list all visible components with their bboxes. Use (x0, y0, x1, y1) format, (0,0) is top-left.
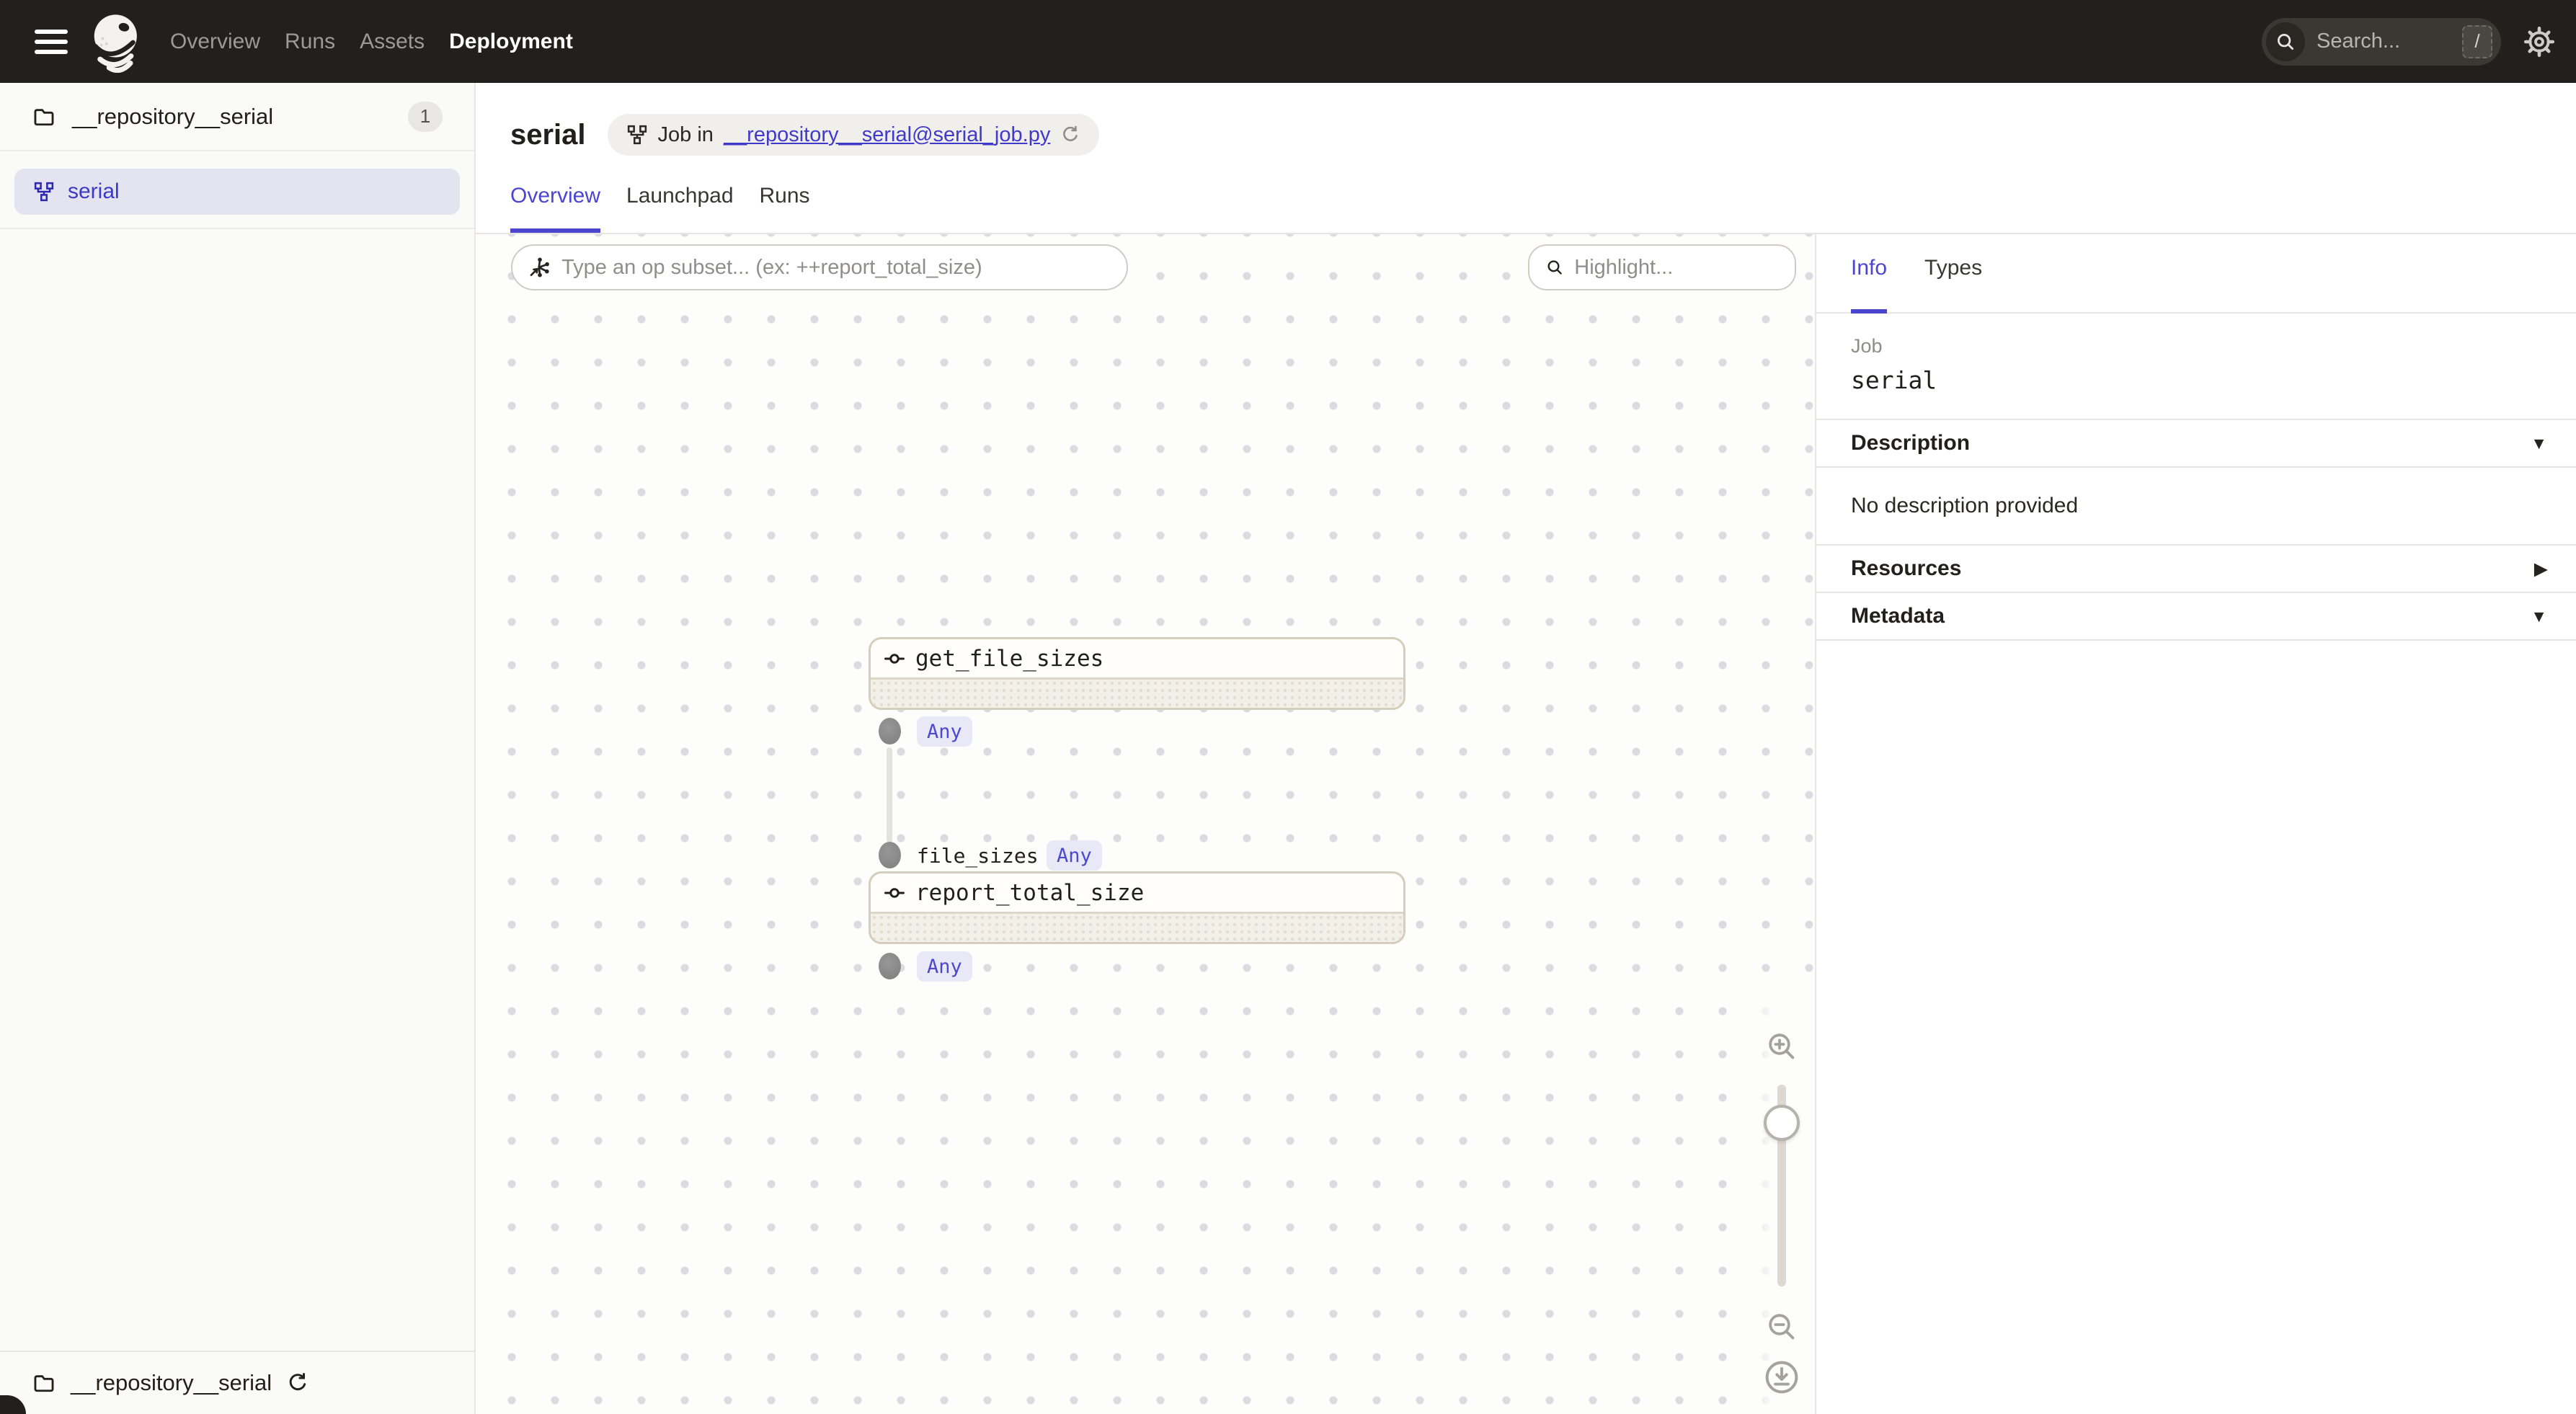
section-resources[interactable]: Resources ▶ (1816, 546, 2576, 593)
job-header: serial Job in __repository__serial@seria… (476, 83, 2576, 234)
output-type-badge[interactable]: Any (917, 716, 972, 747)
folder-icon (32, 105, 56, 129)
job-item-label: serial (68, 179, 120, 204)
repository-header[interactable]: __repository__serial 1 (0, 83, 474, 151)
highlight-input[interactable] (1574, 256, 1779, 280)
tab-runs[interactable]: Runs (760, 184, 810, 233)
op-graph-canvas[interactable]: get_file_sizes Any file_sizes Any (476, 234, 1815, 1414)
op-subset-input[interactable] (561, 256, 1111, 280)
info-panel: Info Types Job serial Description ▼ No d… (1815, 234, 2576, 1414)
top-nav: Overview Runs Assets Deployment Search..… (0, 0, 2576, 83)
section-title: Resources (1851, 556, 1961, 581)
op-node-name: report_total_size (915, 880, 1144, 906)
footer-repository-name: __repository__serial (71, 1370, 272, 1396)
dagster-logo-icon[interactable] (86, 11, 148, 73)
search-shortcut-badge: / (2462, 25, 2492, 58)
job-tabs: Overview Launchpad Runs (510, 184, 2576, 233)
nav-item-deployment[interactable]: Deployment (449, 30, 573, 54)
section-title: Description (1851, 431, 1970, 455)
section-description[interactable]: Description ▼ (1816, 420, 2576, 468)
nav-item-assets[interactable]: Assets (360, 30, 425, 54)
job-graph-icon (33, 181, 55, 203)
chevron-right-icon: ▶ (2534, 559, 2547, 579)
menu-icon[interactable] (35, 30, 68, 54)
job-origin-link[interactable]: __repository__serial@serial_job.py (724, 123, 1050, 147)
job-label: Job (1851, 335, 2541, 357)
chevron-down-icon: ▼ (2531, 434, 2547, 453)
input-port-label: file_sizes (917, 840, 1039, 871)
input-type-badge[interactable]: Any (1047, 840, 1102, 871)
folder-icon (32, 1371, 56, 1395)
sidebar-item-serial[interactable]: serial (14, 169, 460, 215)
tab-launchpad[interactable]: Launchpad (626, 184, 733, 233)
download-image-icon[interactable] (1763, 1359, 1800, 1396)
op-icon (884, 882, 905, 904)
job-list: serial (0, 151, 474, 229)
tab-info[interactable]: Info (1851, 256, 1887, 312)
chevron-down-icon: ▼ (2531, 607, 2547, 626)
op-node-report-total-size[interactable]: report_total_size (869, 871, 1405, 944)
sidebar-footer: __repository__serial (0, 1351, 474, 1414)
zoom-in-icon[interactable] (1764, 1029, 1799, 1064)
op-icon (884, 648, 905, 670)
zoom-slider-handle[interactable] (1764, 1105, 1800, 1141)
zoom-out-icon[interactable] (1764, 1309, 1799, 1344)
search-icon (1545, 257, 1564, 278)
input-port[interactable] (879, 842, 901, 868)
job-origin-pill: Job in __repository__serial@serial_job.p… (608, 114, 1100, 156)
edge-connector (887, 747, 892, 842)
output-port[interactable] (879, 718, 901, 744)
op-selector-icon (528, 255, 551, 280)
op-node-get-file-sizes[interactable]: get_file_sizes (869, 637, 1405, 710)
description-body: No description provided (1816, 468, 2576, 546)
left-sidebar: __repository__serial 1 serial __reposito… (0, 83, 476, 1414)
tab-overview[interactable]: Overview (510, 184, 600, 233)
repository-name: __repository__serial (72, 104, 273, 130)
tab-types[interactable]: Types (1924, 256, 1982, 312)
nav-item-runs[interactable]: Runs (285, 30, 335, 54)
section-title: Metadata (1851, 604, 1945, 628)
output-port[interactable] (879, 953, 901, 979)
search-icon (2266, 22, 2305, 61)
section-metadata[interactable]: Metadata ▼ (1816, 593, 2576, 641)
search-placeholder: Search... (2317, 30, 2400, 53)
primary-nav: Overview Runs Assets Deployment (170, 30, 573, 54)
job-name: serial (1851, 366, 2541, 394)
job-count-badge: 1 (408, 102, 443, 132)
job-origin-prefix: Job in (658, 123, 714, 147)
op-node-name: get_file_sizes (915, 646, 1103, 672)
reload-job-icon[interactable] (1060, 125, 1080, 145)
highlight-filter[interactable] (1528, 244, 1796, 290)
job-graph-icon (626, 124, 648, 146)
nav-item-overview[interactable]: Overview (170, 30, 260, 54)
reload-repository-icon[interactable] (286, 1371, 309, 1395)
global-search[interactable]: Search... / (2262, 18, 2501, 66)
page-title: serial (510, 119, 586, 151)
output-type-badge[interactable]: Any (917, 951, 972, 982)
job-summary: Job serial (1816, 314, 2576, 420)
gear-icon[interactable] (2523, 25, 2556, 58)
op-subset-filter[interactable] (511, 244, 1128, 290)
info-panel-tabs: Info Types (1816, 234, 2576, 314)
